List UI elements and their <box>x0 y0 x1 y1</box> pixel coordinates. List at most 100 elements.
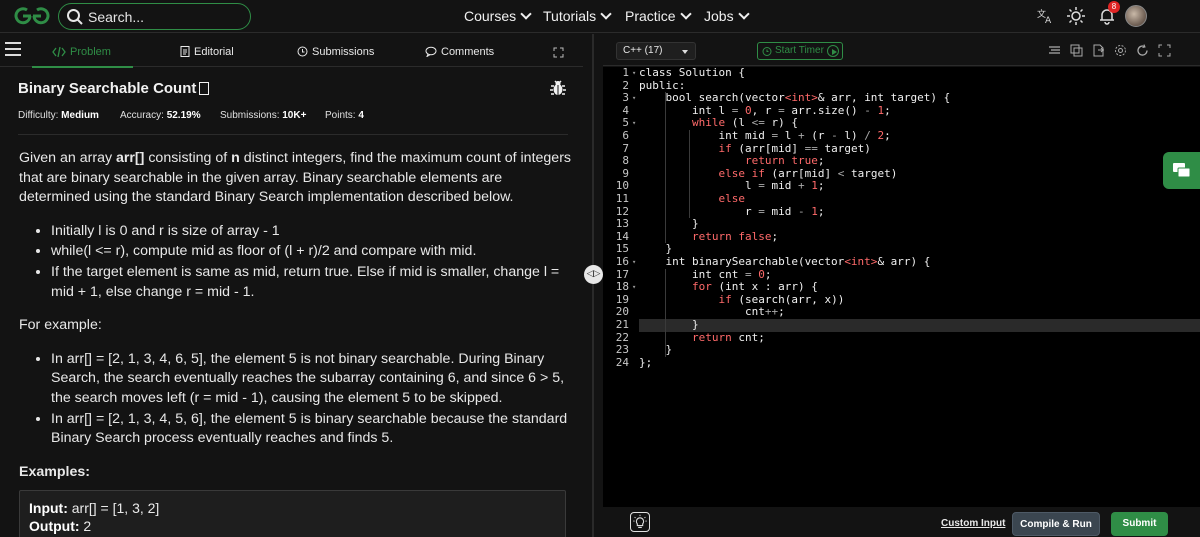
code-line: int binarySearchable(vector<int>& arr) { <box>639 255 931 268</box>
chat-button[interactable] <box>1163 152 1200 189</box>
problem-statement: Given an array arr[] consisting of n dis… <box>19 149 571 496</box>
custom-input-link[interactable]: Custom Input <box>941 518 1005 529</box>
difficulty-value: Medium <box>61 110 99 121</box>
bookmark-icon[interactable] <box>199 82 210 95</box>
editor-actions: Custom Input Compile & Run Submit <box>603 507 1200 537</box>
line-number: 16 <box>615 255 629 268</box>
points-label: Points: <box>325 110 356 121</box>
line-number: 23 <box>615 343 629 357</box>
theme-toggle-icon[interactable] <box>1066 6 1086 26</box>
line-number: 11 <box>615 192 629 205</box>
start-timer-button[interactable]: Start Timer <box>757 42 843 60</box>
examples-heading: Examples: <box>19 463 90 480</box>
line-number: 24 <box>615 355 629 369</box>
line-number: 3 <box>622 91 629 105</box>
translate-icon[interactable]: 文 A <box>1035 6 1055 26</box>
intro-text: consisting of <box>144 150 232 166</box>
search-box[interactable]: Search... <box>58 3 251 30</box>
for-example-text: For example: <box>19 317 102 334</box>
example-box: Input: arr[] = [1, 3, 2] Output: 2 <box>19 490 566 537</box>
fullscreen-icon[interactable] <box>1158 44 1171 57</box>
chevron-down-icon <box>600 8 612 20</box>
clock-icon <box>297 46 308 57</box>
document-icon <box>180 46 190 57</box>
lightbulb-icon[interactable] <box>630 512 650 532</box>
difficulty-label: Difficulty: <box>18 110 59 121</box>
format-icon[interactable] <box>1048 44 1061 57</box>
comment-icon <box>425 46 437 58</box>
list-item: In arr[] = [2, 1, 3, 4, 5, 6], the eleme… <box>51 410 571 449</box>
nav-practice-label: Practice <box>625 8 676 24</box>
search-input[interactable]: Search... <box>88 9 144 25</box>
tab-submissions[interactable]: Submissions <box>297 46 374 58</box>
line-number: 6 <box>622 129 629 142</box>
tab-comments[interactable]: Comments <box>425 46 494 58</box>
tab-submissions-label: Submissions <box>312 46 375 58</box>
nav-tutorials-label: Tutorials <box>543 8 597 24</box>
difficulty-meta: Difficulty: Medium <box>18 110 99 121</box>
line-number: 21 <box>615 318 629 331</box>
reset-icon[interactable] <box>1136 44 1149 57</box>
start-timer-label: Start Timer <box>775 45 824 56</box>
resizer-line <box>592 34 594 537</box>
chat-icon <box>1173 163 1191 178</box>
tab-editorial-label: Editorial <box>194 46 234 58</box>
tab-problem[interactable]: Problem <box>32 46 133 68</box>
problem-title-text: Binary Searchable Count <box>18 80 197 97</box>
line-number: 8 <box>622 154 629 168</box>
nav-courses[interactable]: Courses <box>464 8 532 24</box>
nav-jobs[interactable]: Jobs <box>704 8 750 24</box>
avatar[interactable] <box>1125 5 1147 27</box>
chevron-down-icon <box>679 8 692 20</box>
problem-panel: Binary Searchable Count Difficulty: Medi… <box>0 68 583 537</box>
settings-icon[interactable] <box>1114 44 1127 57</box>
editor-toolbar: C++ (17) Start Timer <box>603 34 1200 66</box>
dropdown-arrow-icon <box>682 50 688 54</box>
gfg-logo-icon[interactable] <box>13 6 51 26</box>
accuracy-label: Accuracy: <box>120 110 164 121</box>
submissions-label: Submissions: <box>220 110 280 121</box>
intro-arr: arr[] <box>116 150 145 166</box>
problem-intro: Given an array arr[] consisting of n dis… <box>19 149 571 208</box>
stopwatch-icon <box>762 47 772 56</box>
top-navbar: Search... Courses Tutorials Practice Job… <box>0 0 1200 33</box>
code-line: else <box>718 192 745 205</box>
list-item: If the target element is same as mid, re… <box>51 263 571 302</box>
points-meta: Points: 4 <box>325 110 364 121</box>
example-input: Input: arr[] = [1, 3, 2] <box>29 500 159 516</box>
fold-arrow-icon[interactable]: ▾ <box>632 94 636 102</box>
chevron-down-icon <box>737 8 750 20</box>
fold-arrow-icon[interactable]: ▾ <box>632 119 636 127</box>
chevron-down-icon <box>520 8 532 20</box>
example-output-value: 2 <box>83 518 92 534</box>
line-number: 18 <box>615 280 629 294</box>
submit-button[interactable]: Submit <box>1111 512 1168 536</box>
nav-practice[interactable]: Practice <box>625 8 692 24</box>
example-input-value: arr[] = [1, 3, 2] <box>71 500 160 516</box>
list-item: In arr[] = [2, 1, 3, 4, 6, 5], the eleme… <box>51 350 571 409</box>
fold-arrow-icon[interactable]: ▾ <box>632 283 636 291</box>
language-select-value: C++ (17) <box>623 45 663 56</box>
file-icon[interactable] <box>1092 44 1105 57</box>
code-line: }; <box>639 355 653 369</box>
fold-arrow-icon[interactable]: ▾ <box>632 69 636 77</box>
problem-title: Binary Searchable Count <box>18 80 210 97</box>
code-line: class Solution { <box>639 66 745 79</box>
line-number: 13 <box>615 217 629 231</box>
bug-report-icon[interactable] <box>549 79 567 97</box>
line-number: 1 <box>622 66 629 79</box>
code-line: } <box>639 217 699 231</box>
tab-editorial[interactable]: Editorial <box>180 46 234 58</box>
language-select[interactable]: C++ (17) <box>616 42 696 60</box>
menu-icon[interactable] <box>5 42 21 56</box>
notification-badge: 8 <box>1108 1 1120 13</box>
compile-run-button[interactable]: Compile & Run <box>1012 512 1100 536</box>
fullscreen-icon[interactable] <box>553 47 564 58</box>
divider-line <box>18 134 568 135</box>
fold-arrow-icon[interactable]: ▾ <box>632 258 636 266</box>
intro-text: Given an array <box>19 150 116 166</box>
code-editor[interactable]: 1 ▾ 2 3 ▾ 4 5 ▾ 6 7 8 9 10 11 12 13 14 15 16 ▾ 17 18 ▾ 19 20 21 22… <box>603 66 1200 507</box>
code-line: } <box>639 318 699 331</box>
nav-tutorials[interactable]: Tutorials <box>543 8 612 24</box>
copy-icon[interactable] <box>1070 44 1083 57</box>
